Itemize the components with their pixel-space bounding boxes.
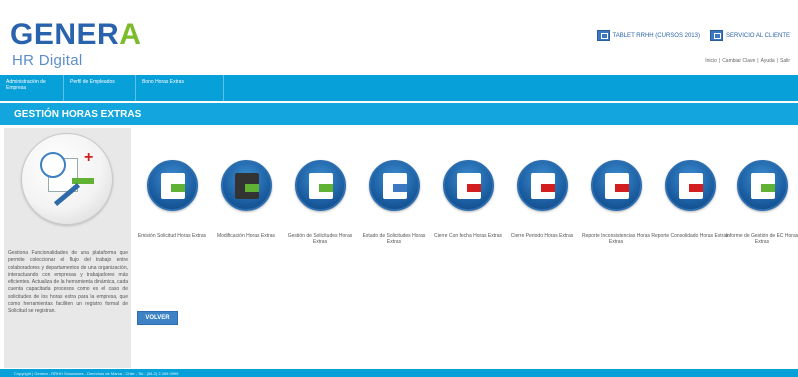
request-status-icon [368, 160, 420, 211]
action-inconsistency-report[interactable]: Reporte Inconsistencias Horas Extras [577, 160, 655, 245]
action-label: Cierre Con fecha Horas Extras [433, 233, 503, 239]
main-nav: Administración de Empresa Perfil de Empl… [0, 75, 798, 101]
action-label: Modificación Horas Extras [216, 233, 276, 239]
action-icons: Emisión Solicitud Horas Extras Modificac… [133, 160, 798, 260]
action-label: Informe de Gestión de EC Horas Extras [725, 233, 798, 245]
user-links: Inicio | Cambiar Clave | Ayuda | Salir [705, 58, 790, 64]
action-consolidated-report[interactable]: Reporte Consolidado Horas Extras [651, 160, 729, 239]
page: GENERA HR Digital TABLET RRHH (CURSOS 20… [0, 0, 798, 377]
modify-document-icon [220, 160, 272, 211]
management-report-icon [736, 160, 788, 211]
action-close-date[interactable]: Cierre Con fecha Horas Extras [429, 160, 507, 239]
customer-service-link[interactable]: SERVICIO AL CLIENTE [709, 30, 790, 41]
nav-item-overtime[interactable]: Bono Horas Extras [136, 75, 224, 101]
customer-service-link-label: SERVICIO AL CLIENTE [725, 32, 790, 39]
overtime-clock-document-icon: + [21, 133, 113, 225]
action-emit-request[interactable]: Emisión Solicitud Horas Extras [133, 160, 211, 239]
tablet-link-label: TABLET RRHH (CURSOS 2013) [612, 32, 700, 39]
user-link-help[interactable]: Ayuda [761, 58, 775, 64]
close-date-icon [442, 160, 494, 211]
brand-subtitle: HR Digital [12, 52, 83, 69]
action-close-period[interactable]: Cierre Periodo Horas Extras [503, 160, 581, 239]
user-link-home[interactable]: Inicio [705, 58, 717, 64]
user-link-change-password[interactable]: Cambiar Clave [722, 58, 755, 64]
user-link-logout[interactable]: Salir [780, 58, 790, 64]
footer: Copyright | Genera - RRHH Soluciones - D… [0, 369, 798, 377]
action-manage-requests[interactable]: Gestión de Solicitudes Horas Extras [281, 160, 359, 245]
action-label: Reporte Consolidado Horas Extras [651, 233, 729, 239]
action-label: Reporte Inconsistencias Horas Extras [581, 233, 651, 245]
action-request-status[interactable]: Estado de Solicitudes Horas Extras [355, 160, 433, 245]
tablet-icon [596, 30, 610, 41]
section-title: GESTIÓN HORAS EXTRAS [14, 109, 142, 120]
brand-name-main: GENER [10, 18, 120, 51]
top-links: TABLET RRHH (CURSOS 2013) SERVICIO AL CL… [596, 30, 790, 41]
header: GENERA HR Digital TABLET RRHH (CURSOS 20… [0, 0, 798, 75]
manage-requests-icon [294, 160, 346, 211]
customer-service-icon [709, 30, 723, 41]
emit-request-icon [146, 160, 198, 211]
action-label: Gestión de Solicitudes Horas Extras [287, 233, 353, 245]
close-period-icon [516, 160, 568, 211]
brand-logo[interactable]: GENERA [10, 20, 141, 50]
left-panel-description: Gestiona Funcionalidades de una platafor… [8, 250, 128, 315]
action-label: Estado de Solicitudes Horas Extras [362, 233, 426, 245]
inconsistency-report-icon [590, 160, 642, 211]
left-panel: + Gestiona Funcionalidades de una plataf… [4, 128, 131, 368]
action-management-report[interactable]: Informe de Gestión de EC Horas Extras [723, 160, 798, 245]
action-modify[interactable]: Modificación Horas Extras [207, 160, 285, 239]
brand-name-accent: A [119, 18, 142, 51]
nav-item-company-admin[interactable]: Administración de Empresa [0, 75, 64, 101]
action-label: Cierre Periodo Horas Extras [510, 233, 574, 239]
back-button[interactable]: VOLVER [137, 311, 178, 325]
nav-item-employee-profile[interactable]: Perfil de Empleados [64, 75, 136, 101]
tablet-link[interactable]: TABLET RRHH (CURSOS 2013) [596, 30, 700, 41]
consolidated-report-icon [664, 160, 716, 211]
action-label: Emisión Solicitud Horas Extras [137, 233, 207, 239]
section-header: GESTIÓN HORAS EXTRAS [0, 103, 798, 125]
footer-text: Copyright | Genera - RRHH Soluciones - D… [14, 371, 179, 376]
